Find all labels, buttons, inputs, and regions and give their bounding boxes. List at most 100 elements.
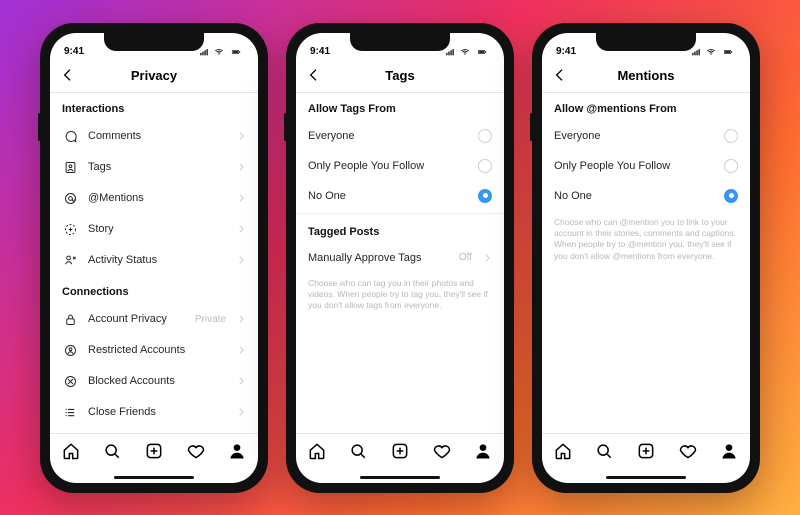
notch: [104, 33, 204, 51]
radio-icon: [724, 159, 738, 173]
row-label: Blocked Accounts: [88, 375, 226, 387]
wifi-icon: [705, 47, 717, 57]
row-label: Restricted Accounts: [88, 344, 226, 356]
radio-label: Only People You Follow: [554, 160, 714, 172]
tab-home[interactable]: [553, 441, 573, 461]
row-tags[interactable]: Tags: [50, 152, 258, 183]
row-comments[interactable]: Comments: [50, 121, 258, 152]
tab-home[interactable]: [61, 441, 81, 461]
page-title: Privacy: [131, 68, 177, 83]
content: Allow @mentions From Everyone Only Peopl…: [542, 93, 750, 433]
back-button[interactable]: [60, 67, 76, 83]
tab-activity[interactable]: [432, 441, 452, 461]
radio-row-no-one[interactable]: No One: [296, 181, 504, 211]
home-indicator[interactable]: [296, 473, 504, 483]
nav-header: Tags: [296, 59, 504, 93]
mention-icon: [62, 191, 78, 206]
tab-search[interactable]: [102, 441, 122, 461]
back-button[interactable]: [552, 67, 568, 83]
helper-text: Choose who can tag you in their photos a…: [296, 272, 504, 312]
chevron-right-icon: [236, 314, 246, 324]
row-mentions[interactable]: @Mentions: [50, 183, 258, 214]
tab-search[interactable]: [348, 441, 368, 461]
chevron-right-icon: [236, 131, 246, 141]
home-indicator[interactable]: [50, 473, 258, 483]
radio-label: No One: [308, 190, 468, 202]
section-header-allow-mentions: Allow @mentions From: [542, 93, 750, 121]
tab-add[interactable]: [636, 441, 656, 461]
status-time: 9:41: [64, 46, 84, 57]
battery-icon: [720, 47, 736, 57]
tab-profile[interactable]: [473, 441, 493, 461]
row-label: Tags: [88, 161, 226, 173]
radio-row-no-one[interactable]: No One: [542, 181, 750, 211]
back-button[interactable]: [306, 67, 322, 83]
wifi-icon: [213, 47, 225, 57]
tab-profile[interactable]: [227, 441, 247, 461]
radio-icon: [478, 159, 492, 173]
radio-label: Only People You Follow: [308, 160, 468, 172]
tab-add[interactable]: [144, 441, 164, 461]
status-right: [198, 47, 244, 57]
status-right: [444, 47, 490, 57]
row-label: Manually Approve Tags: [308, 252, 449, 264]
chevron-right-icon: [236, 345, 246, 355]
status-time: 9:41: [556, 46, 576, 57]
tab-search[interactable]: [594, 441, 614, 461]
wifi-icon: [459, 47, 471, 57]
phone-privacy: 9:41 Privacy Interactions Comments Tags: [40, 23, 268, 493]
chevron-right-icon: [236, 255, 246, 265]
nav-header: Privacy: [50, 59, 258, 93]
tab-activity[interactable]: [186, 441, 206, 461]
notch: [596, 33, 696, 51]
tab-bar: [296, 433, 504, 473]
radio-row-everyone[interactable]: Everyone: [296, 121, 504, 151]
chevron-right-icon: [236, 376, 246, 386]
chevron-right-icon: [482, 253, 492, 263]
tab-activity[interactable]: [678, 441, 698, 461]
tab-bar: [50, 433, 258, 473]
signal-icon: [444, 47, 456, 57]
tab-add[interactable]: [390, 441, 410, 461]
row-story[interactable]: Story: [50, 214, 258, 245]
tab-home[interactable]: [307, 441, 327, 461]
signal-icon: [198, 47, 210, 57]
row-blocked-accounts[interactable]: Blocked Accounts: [50, 366, 258, 397]
content: Interactions Comments Tags @Mentions Sto…: [50, 93, 258, 433]
row-meta: Off: [459, 252, 472, 263]
radio-icon: [724, 129, 738, 143]
radio-label: Everyone: [308, 130, 468, 142]
content: Allow Tags From Everyone Only People You…: [296, 93, 504, 433]
phone-mentions: 9:41 Mentions Allow @mentions From Every…: [532, 23, 760, 493]
row-manually-approve[interactable]: Manually Approve Tags Off: [296, 244, 504, 272]
story-icon: [62, 222, 78, 237]
chevron-right-icon: [236, 407, 246, 417]
status-time: 9:41: [310, 46, 330, 57]
chevron-right-icon: [236, 162, 246, 172]
helper-text: Choose who can @mention you to link to y…: [542, 211, 750, 263]
row-label: Account Privacy: [88, 313, 185, 325]
section-header-tagged-posts: Tagged Posts: [296, 216, 504, 244]
screen: 9:41 Tags Allow Tags From Everyone Only …: [296, 33, 504, 483]
radio-icon: [478, 129, 492, 143]
radio-label: No One: [554, 190, 714, 202]
radio-row-followers[interactable]: Only People You Follow: [296, 151, 504, 181]
row-activity-status[interactable]: Activity Status: [50, 245, 258, 276]
home-indicator[interactable]: [542, 473, 750, 483]
chevron-right-icon: [236, 224, 246, 234]
row-label: @Mentions: [88, 192, 226, 204]
row-account-privacy[interactable]: Account Privacy Private: [50, 304, 258, 335]
radio-row-everyone[interactable]: Everyone: [542, 121, 750, 151]
block-icon: [62, 374, 78, 389]
radio-row-followers[interactable]: Only People You Follow: [542, 151, 750, 181]
tab-profile[interactable]: [719, 441, 739, 461]
row-label: Comments: [88, 130, 226, 142]
row-close-friends[interactable]: Close Friends: [50, 397, 258, 428]
comment-icon: [62, 129, 78, 144]
row-label: Story: [88, 223, 226, 235]
chevron-right-icon: [236, 193, 246, 203]
radio-icon-selected: [724, 189, 738, 203]
phone-tags: 9:41 Tags Allow Tags From Everyone Only …: [286, 23, 514, 493]
signal-icon: [690, 47, 702, 57]
row-restricted-accounts[interactable]: Restricted Accounts: [50, 335, 258, 366]
